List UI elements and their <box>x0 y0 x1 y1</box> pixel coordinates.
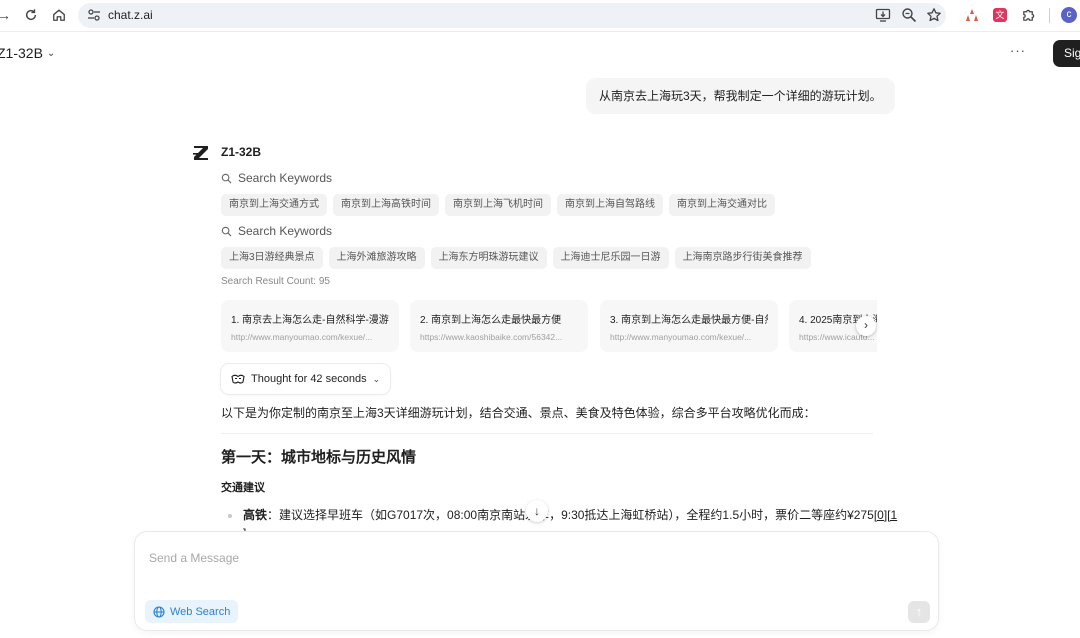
keyword-chip[interactable]: 南京到上海高铁时间 <box>333 194 439 216</box>
keyword-chip[interactable]: 上海迪士尼乐园一日游 <box>552 247 669 269</box>
result-url: http://www.manyoumao.com/kexue/... <box>610 332 752 342</box>
bullet-item: 高铁：建议选择早班车（如G7017次，08:00南京南站发车，9:30抵达上海虹… <box>243 506 897 523</box>
more-options-button[interactable]: ··· <box>1010 43 1026 58</box>
keyword-chip[interactable]: 南京到上海交通方式 <box>221 194 327 216</box>
assistant-name: Z1-32B <box>221 145 262 159</box>
search-keywords-label: Search Keywords <box>238 171 333 185</box>
search-result-card[interactable]: 1. 南京去上海怎么走-自然科学-漫游 http://www.manyoumao… <box>221 300 399 352</box>
address-bar[interactable]: chat.z.ai <box>78 3 946 28</box>
send-button[interactable]: ↑ <box>908 601 930 623</box>
search-icon <box>221 173 232 183</box>
search-result-count: Search Result Count: 95 <box>221 276 330 287</box>
keyword-chip[interactable]: 上海东方明珠游玩建议 <box>430 247 547 269</box>
scroll-down-icon[interactable]: ↓ <box>526 500 548 522</box>
thinking-icon <box>231 374 245 384</box>
search-keywords-label: Search Keywords <box>238 224 333 238</box>
search-keywords-heading: Search Keywords <box>221 224 332 238</box>
carousel-next-icon[interactable]: › <box>856 316 876 336</box>
thought-toggle[interactable]: Thought for 42 seconds ⌄ <box>221 364 391 394</box>
result-title: 2. 南京到上海怎么走最快最方便 <box>420 315 562 326</box>
keyword-chip[interactable]: 上海3日游经典景点 <box>221 247 323 269</box>
url-text[interactable]: chat.z.ai <box>108 8 153 22</box>
search-result-card[interactable]: 2. 南京到上海怎么走最快最方便 https://www.kaoshibaike… <box>410 300 588 352</box>
app-header: Z1-32B ⌄ ··· Sign <box>0 31 1080 77</box>
message-composer: Web Search ↑ <box>135 532 938 630</box>
thought-label: Thought for 42 seconds <box>251 373 367 385</box>
toolbar-divider <box>1049 8 1050 23</box>
search-results-carousel: 1. 南京去上海怎么走-自然科学-漫游 http://www.manyoumao… <box>221 300 877 352</box>
search-result-card[interactable]: 3. 南京到上海怎么走最快最方便-自然 http://www.manyoumao… <box>600 300 778 352</box>
day-heading: 第一天：城市地标与历史风情 <box>221 449 417 466</box>
site-settings-icon[interactable] <box>87 7 101 23</box>
result-title: 1. 南京去上海怎么走-自然科学-漫游 <box>231 315 389 326</box>
home-icon[interactable] <box>50 6 68 24</box>
keyword-chip[interactable]: 南京到上海飞机时间 <box>445 194 551 216</box>
keyword-chip[interactable]: 南京到上海交通对比 <box>669 194 775 216</box>
bullet-text-after: 9:30抵达上海虹桥站），全程约1.5小时，票价二等座约¥275 <box>561 508 874 522</box>
sign-in-button[interactable]: Sign <box>1053 40 1080 67</box>
keyword-chip-list: 上海3日游经典景点 上海外滩旅游攻略 上海东方明珠游玩建议 上海迪士尼乐园一日游… <box>221 247 811 269</box>
bullet-label: 高铁 <box>243 508 268 522</box>
keyword-chip-list: 南京到上海交通方式 南京到上海高铁时间 南京到上海飞机时间 南京到上海自驾路线 … <box>221 194 775 216</box>
keyword-chip[interactable]: 上海南京路步行街美食推荐 <box>674 247 811 269</box>
reload-icon[interactable] <box>22 6 40 24</box>
divider <box>221 433 873 434</box>
profile-avatar[interactable]: c <box>1061 7 1077 23</box>
user-message: 从南京去上海玩3天，帮我制定一个详细的游玩计划。 <box>586 78 895 114</box>
z-logo-icon <box>193 146 208 160</box>
keyword-chip[interactable]: 南京到上海自驾路线 <box>557 194 663 216</box>
web-search-toggle[interactable]: Web Search <box>145 600 239 623</box>
globe-icon <box>153 605 165 618</box>
zoom-icon[interactable] <box>901 7 917 23</box>
message-input[interactable] <box>147 542 911 574</box>
install-app-icon[interactable] <box>875 7 891 23</box>
model-selector[interactable]: Z1-32B ⌄ <box>0 45 55 61</box>
keyword-chip[interactable]: 上海外滩旅游攻略 <box>328 247 425 269</box>
result-title: 3. 南京到上海怎么走最快最方便-自然 <box>610 315 768 326</box>
response-intro: 以下是为你定制的南京至上海3天详细游玩计划，结合交通、景点、美食及特色体验，综合… <box>221 406 816 420</box>
extensions-puzzle-icon[interactable] <box>1021 8 1035 22</box>
citation-link[interactable]: [0] <box>874 508 887 522</box>
forward-icon[interactable]: → <box>0 6 13 24</box>
browser-toolbar: → chat.z.ai 文 c <box>0 0 1080 32</box>
bookmark-star-icon[interactable] <box>926 7 942 23</box>
citation-link[interactable]: [1 <box>887 508 897 522</box>
result-url: https://www.kaoshibaike.com/56342... <box>420 332 563 342</box>
translate-extension-icon[interactable]: 文 <box>993 8 1007 22</box>
result-url: http://www.manyoumao.com/kexue/... <box>231 332 373 342</box>
section-subheading: 交通建议 <box>221 482 265 494</box>
bullet-text-before: ：建议选择早班车（如G7017次，08:00南京南站发车， <box>267 508 562 522</box>
chevron-down-icon: ⌄ <box>372 373 381 384</box>
model-selector-label: Z1-32B <box>0 45 43 61</box>
chevron-down-icon: ⌄ <box>46 47 56 59</box>
extension-a-icon[interactable] <box>965 8 979 22</box>
search-keywords-heading: Search Keywords <box>221 171 332 185</box>
web-search-label: Web Search <box>170 605 231 618</box>
bullet-marker <box>228 514 232 518</box>
search-icon <box>221 226 232 236</box>
